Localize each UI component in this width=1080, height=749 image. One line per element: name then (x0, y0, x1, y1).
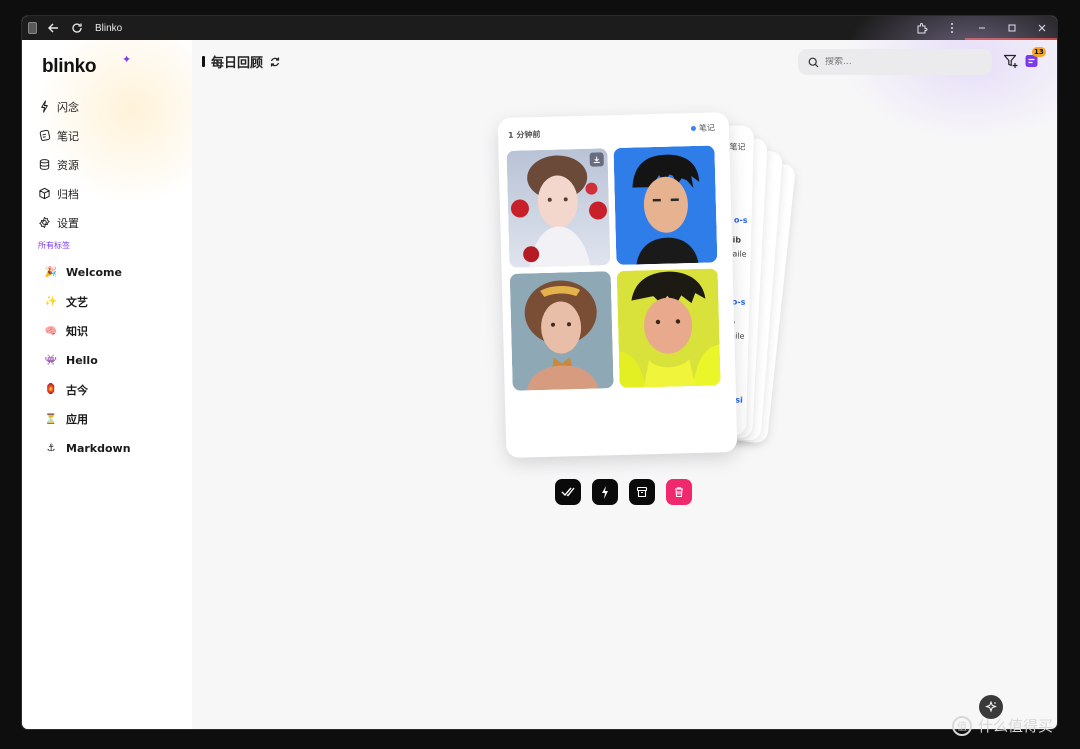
tag-item-apps[interactable]: ⏳ 应用 (44, 404, 131, 433)
tag-item-literary[interactable]: ✨ 文艺 (44, 287, 131, 316)
image-thumbnail[interactable] (509, 271, 614, 391)
mark-reviewed-button[interactable] (555, 479, 581, 505)
portrait-image (509, 271, 614, 391)
card-type-label: 笔记 (690, 122, 716, 134)
archive-icon (636, 486, 648, 498)
back-card-text: o-s (731, 297, 746, 307)
tag-label: Markdown (66, 441, 131, 455)
logo[interactable]: blinko (42, 56, 96, 78)
flash-convert-button[interactable] (592, 479, 618, 505)
page-title: 每日回顾 (202, 52, 281, 71)
anchor-icon: ⚓ (46, 442, 56, 454)
nav-item-notes[interactable]: 笔记 (38, 121, 79, 150)
hourglass-icon: ⏳ (44, 413, 58, 425)
back-arrow-icon[interactable] (45, 20, 61, 36)
search-input[interactable] (825, 57, 975, 67)
database-icon (39, 159, 50, 170)
main-content: 每日回顾 13 笔记 o-s ib aile o-s o aile si 1 分… (192, 16, 1057, 729)
back-card-text: si (735, 395, 743, 405)
brain-icon: 🧠 (44, 325, 58, 337)
alien-monster-icon: 👾 (44, 355, 58, 367)
archive-button[interactable] (629, 479, 655, 505)
review-actions (555, 479, 692, 505)
nav-item-label: 设置 (57, 216, 79, 230)
box-icon (39, 187, 50, 200)
flash-icon (41, 100, 48, 113)
back-card-text: o-s (733, 215, 748, 225)
notebook-icon (39, 129, 51, 141)
nav-item-label: 笔记 (57, 129, 79, 143)
main-nav: 闪念 笔记 资源 归档 设置 (38, 92, 79, 237)
logo-text: blinko (42, 56, 97, 77)
sparkles-icon: ✨ (44, 296, 58, 308)
search-icon (808, 57, 819, 67)
back-card-type: 笔记 (729, 142, 746, 152)
trash-icon (675, 487, 683, 498)
decorative-glow (842, 16, 1057, 140)
refresh-icon[interactable] (269, 56, 281, 68)
nav-item-flash[interactable]: 闪念 (38, 92, 79, 121)
note-type-icon (690, 125, 696, 132)
search-box[interactable] (798, 49, 992, 75)
page-title-text: 每日回顾 (211, 56, 264, 71)
filter-icon[interactable] (1003, 53, 1019, 69)
download-button[interactable] (589, 152, 604, 167)
card-type-text: 笔记 (698, 123, 716, 133)
party-popper-icon: 🎉 (44, 267, 58, 279)
tag-label: 文艺 (66, 295, 88, 309)
image-thumbnail[interactable] (616, 268, 721, 388)
watermark: 值 什么值得买 (952, 715, 1053, 736)
nav-item-settings[interactable]: 设置 (38, 208, 79, 237)
tag-label: 应用 (66, 413, 88, 427)
lantern-icon: 🏮 (44, 384, 58, 396)
flash-icon (602, 485, 608, 499)
sparkle-icon (985, 701, 997, 713)
sidebar: blinko ✦ 闪念 笔记 资源 归档 设置 所有标签 🎉 Welcome ✨… (22, 40, 192, 729)
tag-label: Welcome (66, 266, 122, 280)
portrait-image (613, 145, 718, 266)
tag-item-welcome[interactable]: 🎉 Welcome (44, 258, 131, 287)
tag-label: 古今 (66, 383, 88, 397)
nav-item-label: 资源 (57, 158, 79, 172)
tag-item-ancient[interactable]: 🏮 古今 (44, 375, 131, 404)
tag-item-markdown[interactable]: ⚓ Markdown (44, 434, 131, 463)
watermark-text: 什么值得买 (978, 717, 1054, 735)
gear-icon (39, 216, 50, 229)
logo-sparkle-icon: ✦ (122, 53, 132, 66)
reload-icon[interactable] (69, 20, 85, 36)
image-thumbnail[interactable] (506, 148, 611, 268)
watermark-logo-icon: 值 (952, 715, 972, 736)
nav-item-label: 闪念 (57, 100, 79, 114)
title-marker (202, 56, 205, 67)
tag-item-knowledge[interactable]: 🧠 知识 (44, 317, 131, 346)
tag-list: 🎉 Welcome ✨ 文艺 🧠 知识 👾 Hello 🏮 古今 ⏳ 应用 ⚓ … (44, 258, 131, 463)
app-window: Blinko blinko ✦ 闪念 笔记 资源 归档 设置 所有标签 🎉 We… (22, 16, 1057, 729)
card-timestamp: 1 分钟前 (507, 129, 541, 140)
app-icon (28, 22, 37, 34)
image-thumbnail[interactable] (613, 145, 718, 266)
back-card-text: ib (732, 235, 742, 245)
review-card[interactable]: 1 分钟前 笔记 (497, 112, 738, 458)
tag-item-hello[interactable]: 👾 Hello (44, 346, 131, 375)
nav-item-label: 归档 (57, 187, 79, 201)
double-check-icon (561, 487, 575, 497)
nav-item-archive[interactable]: 归档 (38, 179, 79, 208)
download-icon (593, 156, 600, 164)
nav-item-resources[interactable]: 资源 (38, 150, 79, 179)
portrait-image (616, 268, 721, 388)
back-card-text: aile (732, 249, 747, 259)
notes-count-badge: 13 (1032, 47, 1046, 57)
tags-header: 所有标签 (38, 241, 70, 250)
tag-label: Hello (66, 354, 98, 368)
window-title: Blinko (95, 22, 123, 34)
tag-label: 知识 (66, 325, 88, 339)
delete-button[interactable] (666, 479, 692, 505)
